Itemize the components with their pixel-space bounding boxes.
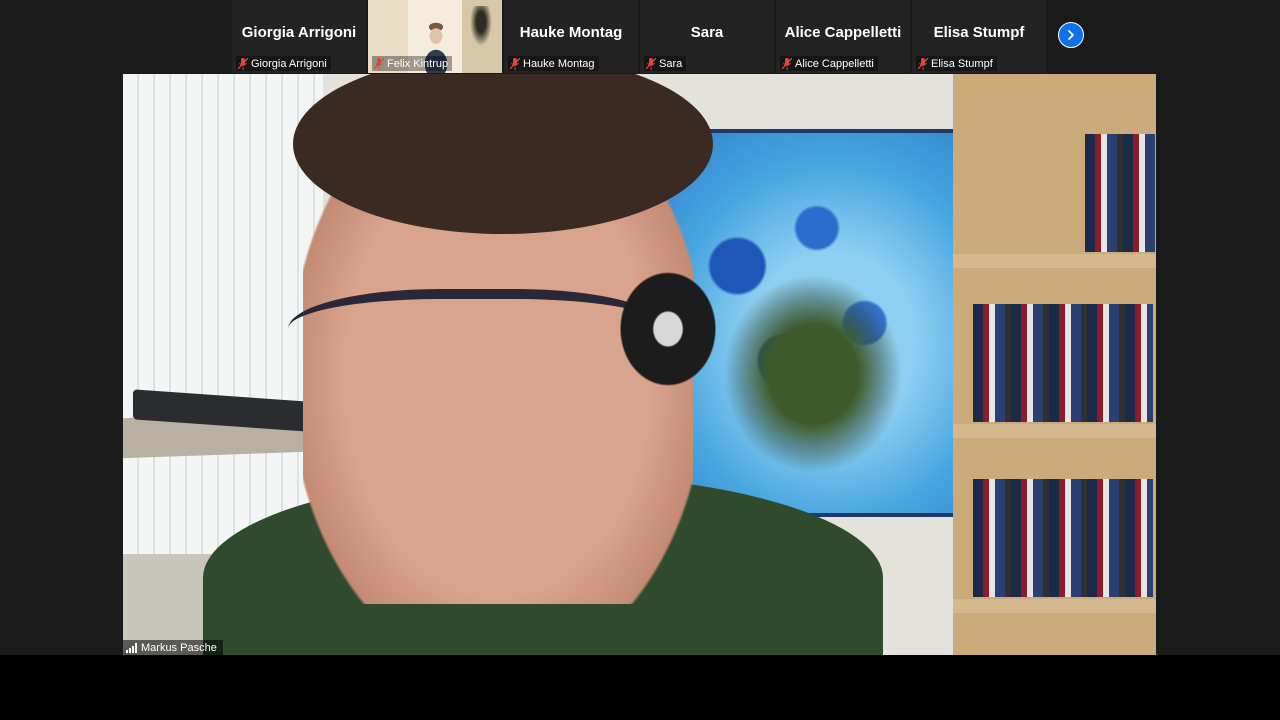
thumbnail-background-plant [470,6,492,46]
video-headset [613,264,723,394]
mic-muted-icon [510,57,520,70]
participant-tile[interactable]: Sara Sara [640,0,774,73]
participant-tile[interactable]: Alice Cappelletti Alice Cappelletti [776,0,910,73]
participant-name: Sara [690,24,724,41]
participant-label: Sara [644,56,687,71]
video-person-glasses [288,289,668,389]
mic-muted-icon [238,57,248,70]
signal-icon [126,642,137,653]
mic-muted-icon [782,57,792,70]
participant-name: Alice Cappelletti [784,24,902,41]
mic-muted-icon [646,57,656,70]
video-books [973,479,1153,597]
participant-label: Giorgia Arrigoni [236,56,331,71]
participant-label: Alice Cappelletti [780,56,878,71]
participant-label: Hauke Montag [508,56,599,71]
chevron-right-icon [1068,30,1074,40]
participant-tile-video[interactable]: Felix Kintrup [368,0,502,73]
participant-label-text: Alice Cappelletti [795,57,874,70]
speaker-name: Markus Pasche [141,641,217,654]
participant-label: Felix Kintrup [372,56,453,71]
participant-label-text: Felix Kintrup [387,57,449,70]
participant-name: Giorgia Arrigoni [241,24,357,41]
participant-name: Elisa Stumpf [933,24,1025,41]
video-plant [723,274,903,474]
participant-label-text: Sara [659,57,683,70]
participant-tile[interactable]: Elisa Stumpf Elisa Stumpf [912,0,1046,73]
participant-tile[interactable]: Giorgia Arrigoni Giorgia Arrigoni [232,0,366,73]
participant-tile[interactable]: Hauke Montag Hauke Montag [504,0,638,73]
video-books [1085,134,1155,252]
participant-label-text: Elisa Stumpf [931,57,993,70]
next-page-button[interactable] [1058,22,1084,48]
active-speaker-video[interactable]: Markus Pasche [123,74,1156,655]
participant-label: Elisa Stumpf [916,56,997,71]
participant-label-text: Giorgia Arrigoni [251,57,327,70]
video-books [973,304,1153,422]
speaker-label: Markus Pasche [123,640,223,655]
bottom-bar [0,655,1280,720]
participant-strip: Giorgia Arrigoni Giorgia Arrigoni Felix … [232,0,1048,73]
mic-muted-icon [374,57,384,70]
participant-label-text: Hauke Montag [523,57,595,70]
participant-name: Hauke Montag [519,24,623,41]
mic-muted-icon [918,57,928,70]
